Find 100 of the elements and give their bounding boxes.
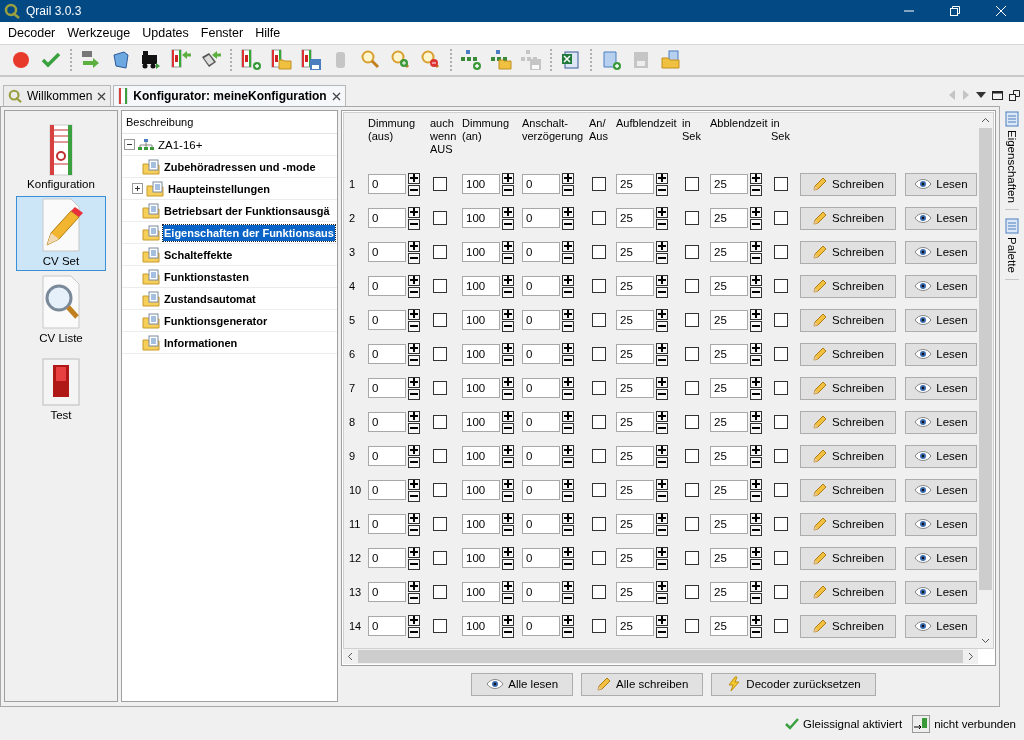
- decrement-button[interactable]: [562, 320, 574, 332]
- decrement-button[interactable]: [562, 218, 574, 230]
- read-button[interactable]: Lesen: [905, 410, 977, 434]
- increment-button[interactable]: [750, 410, 762, 422]
- increment-button[interactable]: [502, 614, 514, 626]
- tree-item[interactable]: Eigenschaften der Funktionsaus: [163, 224, 335, 241]
- checkbox[interactable]: [433, 483, 447, 497]
- increment-button[interactable]: [656, 342, 668, 354]
- number-field[interactable]: 25: [616, 344, 654, 364]
- number-field[interactable]: 100: [462, 242, 500, 262]
- close-icon[interactable]: [331, 91, 341, 101]
- increment-button[interactable]: [502, 240, 514, 252]
- checkbox[interactable]: [774, 551, 788, 565]
- decrement-button[interactable]: [408, 354, 420, 366]
- write-button[interactable]: Schreiben: [800, 410, 896, 434]
- collapse-icon[interactable]: [124, 139, 135, 150]
- increment-button[interactable]: [502, 444, 514, 456]
- increment-button[interactable]: [408, 240, 420, 252]
- number-field[interactable]: 25: [616, 242, 654, 262]
- increment-button[interactable]: [656, 274, 668, 286]
- decrement-button[interactable]: [750, 592, 762, 604]
- expand-icon[interactable]: [132, 183, 143, 194]
- increment-button[interactable]: [562, 478, 574, 490]
- increment-button[interactable]: [408, 308, 420, 320]
- number-field[interactable]: 100: [462, 514, 500, 534]
- increment-button[interactable]: [562, 376, 574, 388]
- checkbox[interactable]: [685, 619, 699, 633]
- decrement-button[interactable]: [502, 558, 514, 570]
- number-field[interactable]: 0: [522, 412, 560, 432]
- menu-item[interactable]: Decoder: [2, 26, 62, 40]
- decrement-button[interactable]: [656, 626, 668, 638]
- number-field[interactable]: 100: [462, 582, 500, 602]
- number-field[interactable]: 25: [616, 582, 654, 602]
- board-save-icon[interactable]: [300, 49, 322, 71]
- increment-button[interactable]: [408, 580, 420, 592]
- number-field[interactable]: 100: [462, 208, 500, 228]
- increment-button[interactable]: [656, 444, 668, 456]
- number-field[interactable]: 0: [368, 548, 406, 568]
- increment-button[interactable]: [656, 512, 668, 524]
- decrement-button[interactable]: [408, 524, 420, 536]
- tree-item[interactable]: Haupteinstellungen: [167, 180, 272, 197]
- decrement-button[interactable]: [562, 456, 574, 468]
- read-button[interactable]: Lesen: [905, 546, 977, 570]
- increment-button[interactable]: [656, 376, 668, 388]
- write-button[interactable]: Schreiben: [800, 614, 896, 638]
- increment-button[interactable]: [656, 478, 668, 490]
- zoom-in-icon[interactable]: [390, 49, 412, 71]
- number-field[interactable]: 0: [368, 344, 406, 364]
- decrement-button[interactable]: [656, 490, 668, 502]
- increment-button[interactable]: [562, 580, 574, 592]
- checkbox[interactable]: [774, 517, 788, 531]
- checkbox[interactable]: [774, 279, 788, 293]
- checkbox[interactable]: [685, 551, 699, 565]
- decrement-button[interactable]: [562, 422, 574, 434]
- decrement-button[interactable]: [750, 286, 762, 298]
- write-button[interactable]: Schreiben: [800, 342, 896, 366]
- tree-item[interactable]: Schalteffekte: [163, 246, 234, 263]
- increment-button[interactable]: [502, 478, 514, 490]
- decrement-button[interactable]: [562, 626, 574, 638]
- menu-item[interactable]: Fenster: [194, 26, 250, 40]
- maximize-icon[interactable]: [992, 90, 1003, 100]
- menu-item[interactable]: Werkzeuge: [61, 26, 137, 40]
- nav-item[interactable]: CV Liste: [16, 273, 106, 348]
- read-button[interactable]: Lesen: [905, 206, 977, 230]
- menu-item[interactable]: Updates: [136, 26, 195, 40]
- number-field[interactable]: 0: [368, 480, 406, 500]
- increment-button[interactable]: [562, 172, 574, 184]
- tree-folder-icon[interactable]: [490, 49, 512, 71]
- increment-button[interactable]: [562, 614, 574, 626]
- number-field[interactable]: 0: [522, 344, 560, 364]
- decrement-button[interactable]: [502, 490, 514, 502]
- checkbox[interactable]: [433, 517, 447, 531]
- increment-button[interactable]: [656, 240, 668, 252]
- number-field[interactable]: 0: [368, 582, 406, 602]
- checkbox[interactable]: [592, 415, 606, 429]
- write-button[interactable]: Schreiben: [800, 512, 896, 536]
- scroll-plus-icon[interactable]: [600, 49, 622, 71]
- nav-item[interactable]: Test: [16, 350, 106, 425]
- number-field[interactable]: 100: [462, 616, 500, 636]
- checkbox[interactable]: [685, 585, 699, 599]
- number-field[interactable]: 0: [368, 412, 406, 432]
- checkbox[interactable]: [685, 313, 699, 327]
- checkbox[interactable]: [774, 177, 788, 191]
- decrement-button[interactable]: [656, 354, 668, 366]
- increment-button[interactable]: [562, 512, 574, 524]
- increment-button[interactable]: [502, 274, 514, 286]
- decrement-button[interactable]: [408, 490, 420, 502]
- increment-button[interactable]: [562, 546, 574, 558]
- number-field[interactable]: 0: [522, 208, 560, 228]
- write-button[interactable]: Schreiben: [800, 308, 896, 332]
- number-field[interactable]: 25: [616, 412, 654, 432]
- number-field[interactable]: 25: [710, 208, 748, 228]
- increment-button[interactable]: [750, 512, 762, 524]
- number-field[interactable]: 0: [522, 276, 560, 296]
- increment-button[interactable]: [562, 342, 574, 354]
- checkbox[interactable]: [592, 619, 606, 633]
- read-button[interactable]: Lesen: [905, 512, 977, 536]
- decrement-button[interactable]: [502, 286, 514, 298]
- decrement-button[interactable]: [656, 388, 668, 400]
- number-field[interactable]: 100: [462, 446, 500, 466]
